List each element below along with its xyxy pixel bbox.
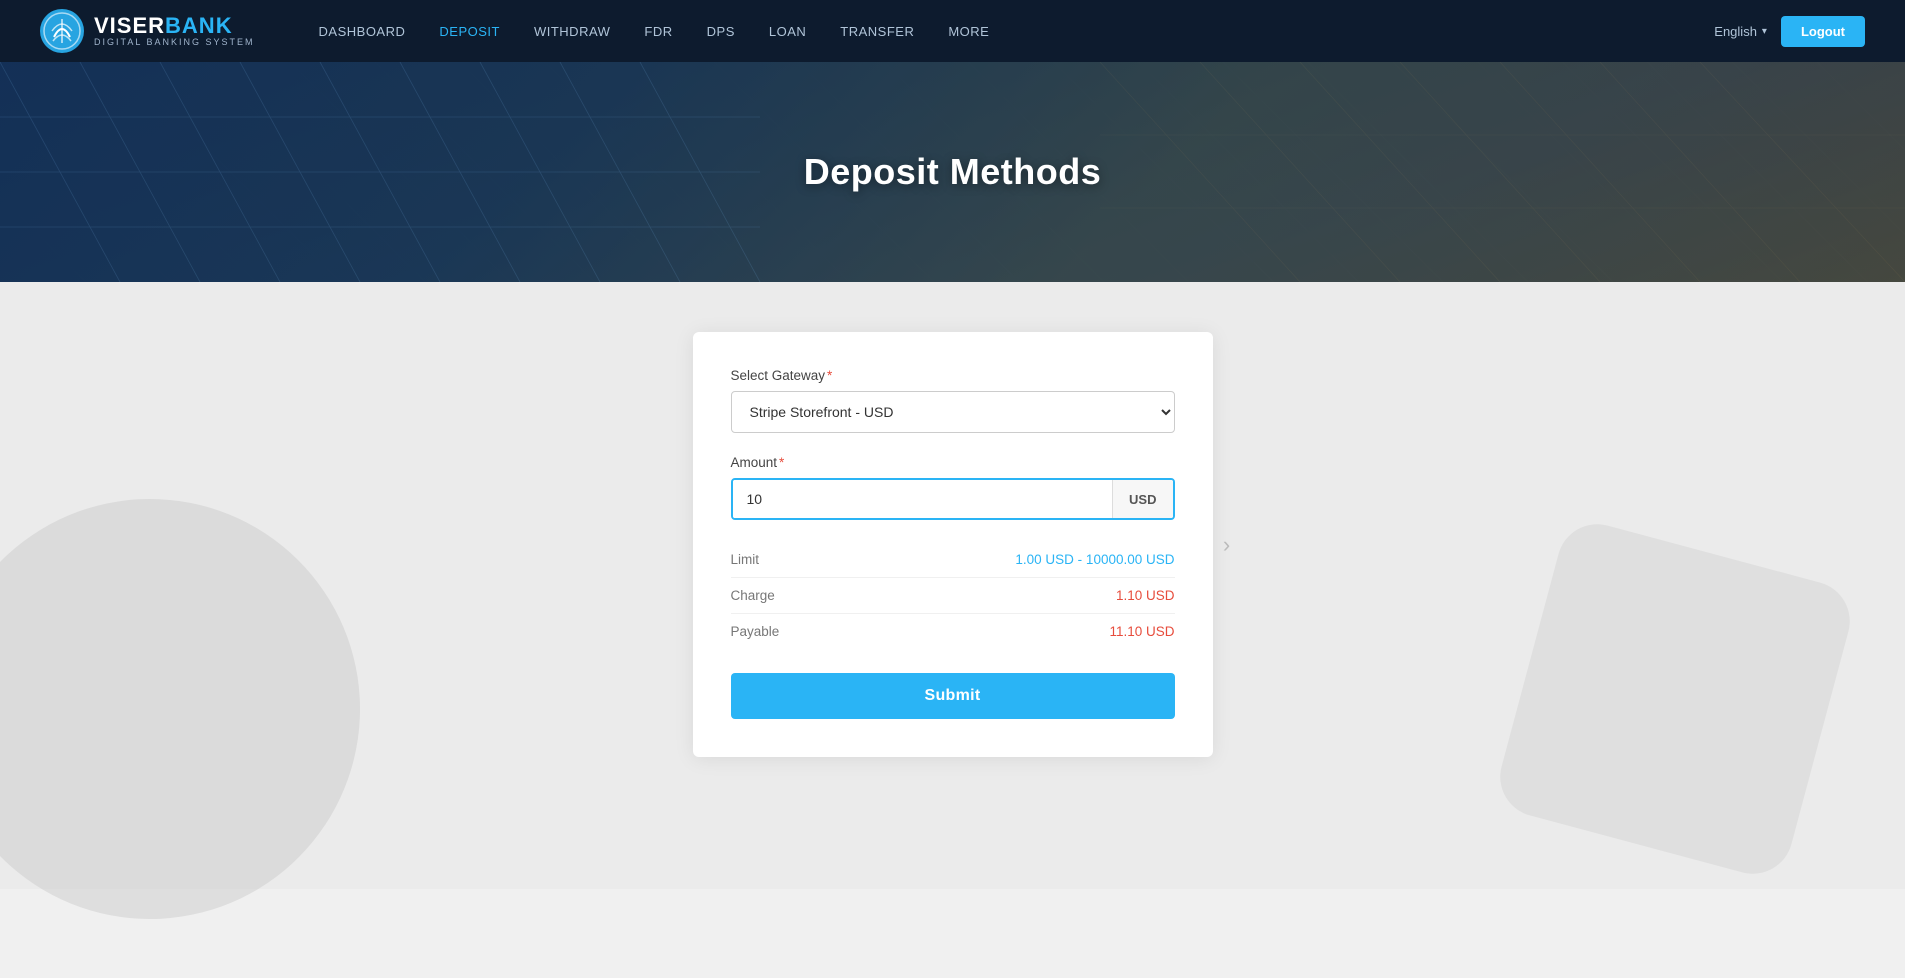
- main-content: Select Gateway* Stripe Storefront - USD …: [0, 282, 1905, 889]
- gateway-field-group: Select Gateway* Stripe Storefront - USD: [731, 368, 1175, 433]
- payable-value: 11.10 USD: [1109, 624, 1174, 639]
- right-arrow-icon: ›: [1213, 520, 1241, 570]
- nav-links: DASHBOARD DEPOSIT WITHDRAW FDR DPS LOAN …: [305, 16, 1715, 47]
- submit-button[interactable]: Submit: [731, 673, 1175, 719]
- brand-name: VISERBANK: [94, 14, 255, 38]
- nav-deposit[interactable]: DEPOSIT: [425, 16, 514, 47]
- page-title: Deposit Methods: [804, 151, 1102, 193]
- payable-label: Payable: [731, 624, 780, 639]
- nav-dps[interactable]: DPS: [693, 16, 749, 47]
- hero-banner: Deposit Methods: [0, 62, 1905, 282]
- limit-label: Limit: [731, 552, 760, 567]
- amount-field-group: Amount* USD: [731, 455, 1175, 520]
- nav-fdr[interactable]: FDR: [630, 16, 686, 47]
- nav-right: English ▾ Logout: [1714, 16, 1865, 47]
- charge-label: Charge: [731, 588, 775, 603]
- nav-loan[interactable]: LOAN: [755, 16, 820, 47]
- deposit-form-card: Select Gateway* Stripe Storefront - USD …: [693, 332, 1213, 757]
- charge-value: 1.10 USD: [1116, 588, 1175, 603]
- amount-required-star: *: [779, 455, 784, 470]
- nav-transfer[interactable]: TRANSFER: [826, 16, 928, 47]
- language-selector[interactable]: English ▾: [1714, 24, 1767, 39]
- navbar: VISERBANK Digital Banking System DASHBOA…: [0, 0, 1905, 62]
- brand-logo-icon: [40, 9, 84, 53]
- language-label: English: [1714, 24, 1757, 39]
- gateway-required-star: *: [827, 368, 832, 383]
- charge-row: Charge 1.10 USD: [731, 578, 1175, 614]
- brand-sub: Digital Banking System: [94, 38, 255, 48]
- limit-row: Limit 1.00 USD - 10000.00 USD: [731, 542, 1175, 578]
- amount-currency-label: USD: [1112, 480, 1172, 518]
- brand-text: VISERBANK Digital Banking System: [94, 14, 255, 48]
- amount-input[interactable]: [733, 480, 1113, 518]
- nav-dashboard[interactable]: DASHBOARD: [305, 16, 420, 47]
- nav-withdraw[interactable]: WITHDRAW: [520, 16, 624, 47]
- amount-input-wrapper: USD: [731, 478, 1175, 520]
- brand-logo-link[interactable]: VISERBANK Digital Banking System: [40, 9, 255, 53]
- chevron-down-icon: ▾: [1762, 26, 1767, 37]
- nav-more[interactable]: MORE: [934, 16, 1003, 47]
- logout-button[interactable]: Logout: [1781, 16, 1865, 47]
- payable-row: Payable 11.10 USD: [731, 614, 1175, 649]
- amount-label: Amount*: [731, 455, 1175, 470]
- limit-value: 1.00 USD - 10000.00 USD: [1015, 552, 1174, 567]
- gateway-label: Select Gateway*: [731, 368, 1175, 383]
- gateway-select[interactable]: Stripe Storefront - USD: [731, 391, 1175, 433]
- deposit-info-table: Limit 1.00 USD - 10000.00 USD Charge 1.1…: [731, 542, 1175, 649]
